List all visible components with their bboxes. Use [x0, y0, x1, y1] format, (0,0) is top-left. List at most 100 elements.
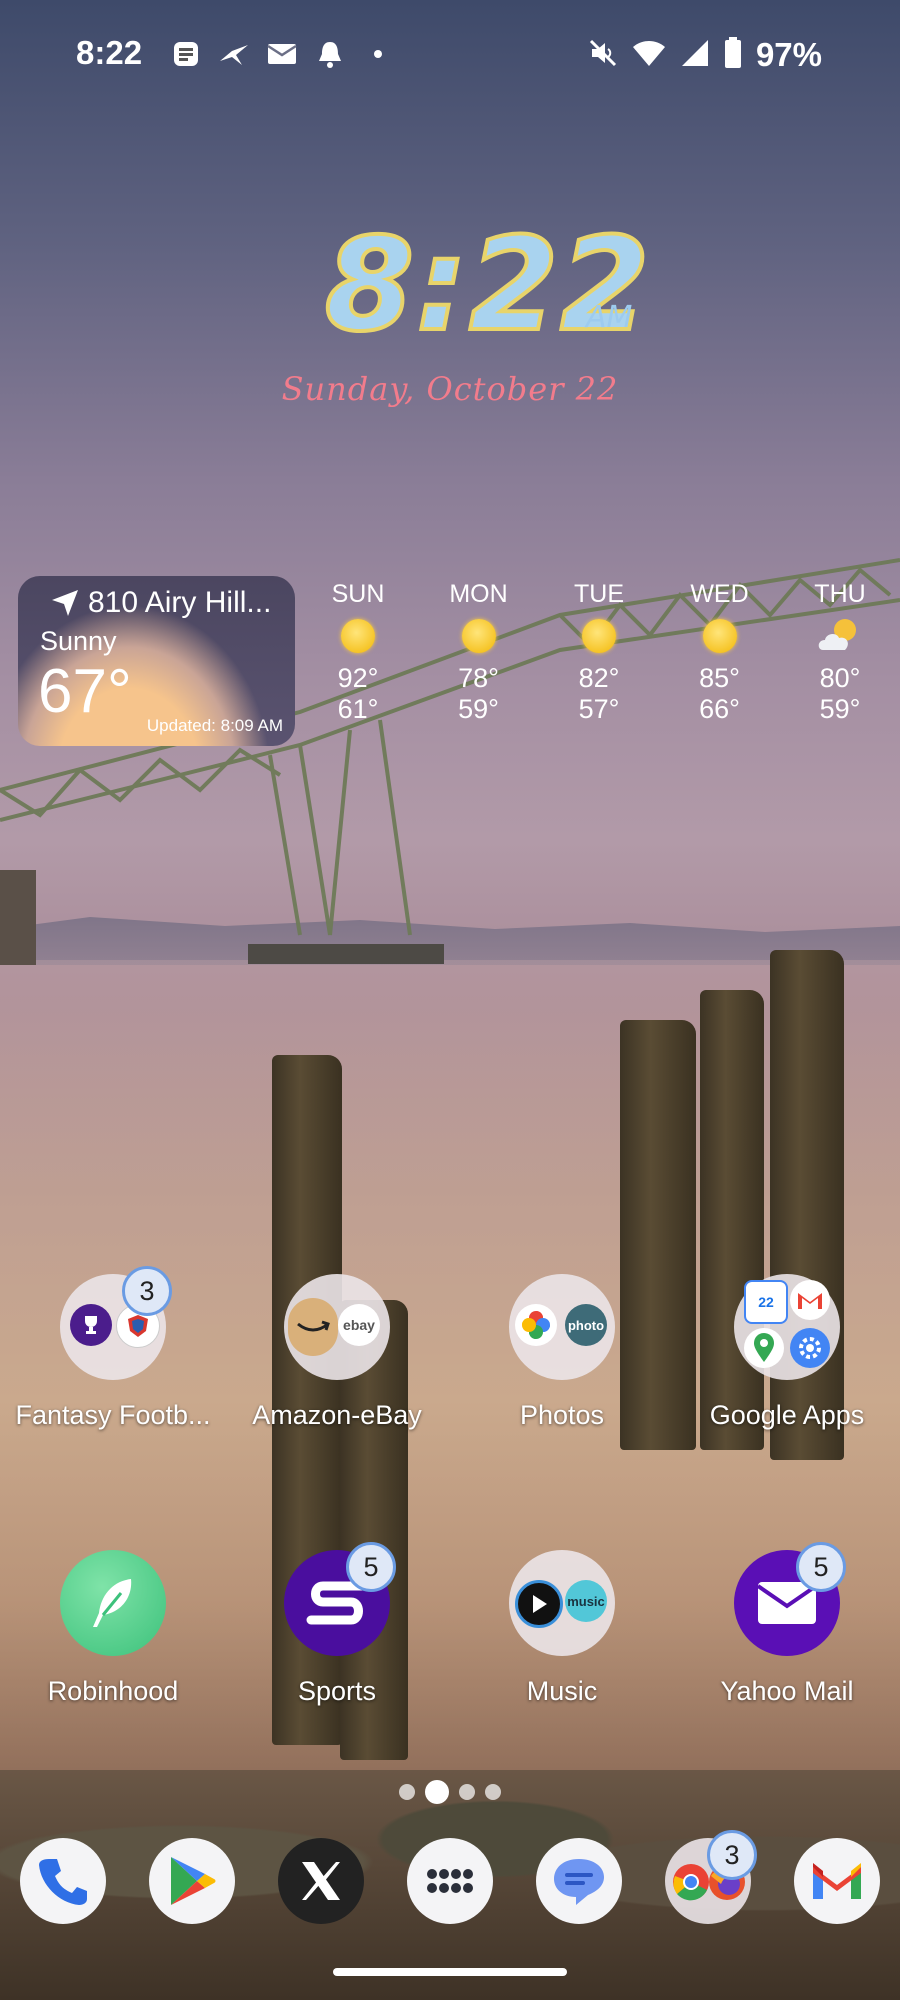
dock-browser-folder[interactable]: 3 — [665, 1830, 757, 1924]
gmail-icon — [813, 1863, 861, 1899]
forecast-day-name: MON — [449, 580, 508, 608]
ebay-icon-text: ebay — [343, 1317, 375, 1333]
amazon-icon — [288, 1298, 338, 1356]
news-icon — [170, 38, 202, 70]
forecast-high: 78° — [458, 663, 499, 693]
wifi-icon — [632, 38, 666, 73]
google-maps-icon — [744, 1328, 784, 1368]
amazon-music-icon: music — [565, 1580, 607, 1622]
page-indicator[interactable] — [0, 1780, 900, 1804]
folder-icon: music — [509, 1550, 615, 1656]
partly-cloudy-icon — [818, 619, 856, 650]
system-icons: 97% — [588, 36, 822, 74]
app-label: Photos — [519, 1400, 605, 1430]
mail-icon — [266, 38, 298, 70]
yahoo-mail-icon: 5 — [734, 1542, 846, 1656]
weather-current-card[interactable]: 810 Airy Hill... Sunny 67° Updated: 8:09… — [18, 576, 295, 746]
google-photos-icon — [515, 1304, 557, 1346]
signal-icon — [680, 38, 710, 73]
ebay-icon: ebay — [338, 1304, 380, 1346]
app-label: Sports — [297, 1676, 377, 1706]
feather-icon — [93, 1579, 132, 1627]
notification-badge: 5 — [346, 1542, 396, 1592]
battery-percent: 97% — [755, 36, 822, 73]
sun-icon — [702, 619, 737, 653]
google-calendar-icon: 22 — [744, 1280, 788, 1324]
forecast-high: 80° — [819, 663, 861, 693]
weather-temperature: 67° — [38, 657, 132, 726]
gesture-navigation-bar[interactable] — [333, 1968, 567, 1976]
google-settings-icon — [790, 1328, 830, 1368]
app-label: Yahoo Mail — [720, 1676, 854, 1706]
app-photos-folder[interactable]: photo Photos — [457, 1274, 667, 1431]
folder-icon: photo — [509, 1274, 615, 1380]
x-icon — [302, 1862, 340, 1900]
app-music-folder[interactable]: music Music — [457, 1550, 667, 1707]
youtube-music-icon — [515, 1580, 563, 1628]
forecast-day: SUN 92° 61° — [308, 580, 408, 725]
bell-icon — [314, 38, 346, 70]
sun-icon — [461, 619, 496, 653]
forecast-day: WED 85° 66° — [670, 580, 770, 725]
forecast-low: 59° — [819, 694, 861, 725]
dock-play-store[interactable] — [149, 1838, 235, 1924]
weather-updated: Updated: 8:09 AM — [146, 716, 283, 735]
dock-phone[interactable] — [20, 1838, 106, 1924]
dock-messages[interactable] — [536, 1838, 622, 1924]
wallpaper-bridge — [0, 558, 900, 965]
app-yahoo-mail[interactable]: 5 Yahoo Mail — [682, 1542, 892, 1707]
dock-gmail[interactable] — [794, 1838, 880, 1924]
notification-badge: 3 — [122, 1266, 172, 1316]
status-bar[interactable]: 8:22 97% — [0, 0, 900, 110]
app-robinhood[interactable]: Robinhood — [8, 1550, 218, 1707]
notification-badge: 3 — [707, 1830, 757, 1880]
app-label: Music — [526, 1676, 598, 1706]
forecast-day: THU 80° 59° — [790, 580, 890, 725]
page-dot[interactable] — [485, 1784, 501, 1800]
page-dot-active[interactable] — [425, 1780, 449, 1804]
app-fantasy-football-folder[interactable]: 3 Fantasy Footb... — [8, 1266, 218, 1431]
app-amazon-ebay-folder[interactable]: ebay Amazon-eBay — [232, 1274, 442, 1431]
app-label: Amazon-eBay — [252, 1400, 422, 1430]
clock-widget-date[interactable]: Sunday, October 22 — [0, 370, 900, 408]
sun-icon — [341, 619, 375, 653]
app-label: Google Apps — [709, 1400, 865, 1430]
forecast-day-name: WED — [690, 580, 749, 608]
notification-badge: 5 — [796, 1542, 846, 1592]
notification-icons — [170, 38, 394, 70]
sun-icon — [582, 619, 616, 653]
dock-app-drawer[interactable] — [407, 1838, 493, 1924]
weather-forecast[interactable]: SUN 92° 61° MON 78° 59° TUE 82° 57° WED … — [308, 580, 890, 725]
sports-app-icon: 5 — [284, 1542, 396, 1656]
dock: 3 — [20, 1830, 880, 1924]
dock-x[interactable] — [278, 1838, 364, 1924]
app-sports[interactable]: 5 Sports — [232, 1542, 442, 1707]
wallpaper-hills — [0, 917, 900, 965]
weather-location: 810 Airy Hill... — [52, 586, 271, 620]
page-dot[interactable] — [459, 1784, 475, 1800]
photo-app-icon: photo — [565, 1304, 607, 1346]
play-store-icon — [171, 1857, 216, 1905]
folder-icon: 3 — [60, 1266, 172, 1380]
weather-condition: Sunny — [40, 626, 117, 656]
app-google-apps-folder[interactable]: 22 Google Apps — [682, 1274, 892, 1431]
forecast-day-name: SUN — [331, 580, 385, 608]
bird-icon — [218, 38, 250, 70]
calendar-icon-text: 22 — [758, 1294, 774, 1310]
messages-icon — [554, 1859, 604, 1905]
clock-widget-ampm: AM — [586, 300, 633, 335]
page-dot[interactable] — [399, 1784, 415, 1800]
forecast-low: 61° — [337, 694, 379, 725]
app-label: Robinhood — [47, 1676, 179, 1706]
robinhood-icon — [60, 1550, 166, 1656]
battery-icon — [724, 36, 742, 74]
forecast-low: 59° — [458, 694, 499, 725]
app-drawer-icon — [427, 1869, 473, 1893]
status-time: 8:22 — [76, 34, 143, 71]
app-label: Fantasy Footb... — [15, 1400, 211, 1430]
phone-icon — [39, 1859, 87, 1905]
music-icon-text: music — [567, 1593, 605, 1609]
forecast-low: 57° — [578, 694, 620, 725]
folder-icon: ebay — [284, 1274, 390, 1380]
forecast-high: 92° — [337, 663, 379, 693]
